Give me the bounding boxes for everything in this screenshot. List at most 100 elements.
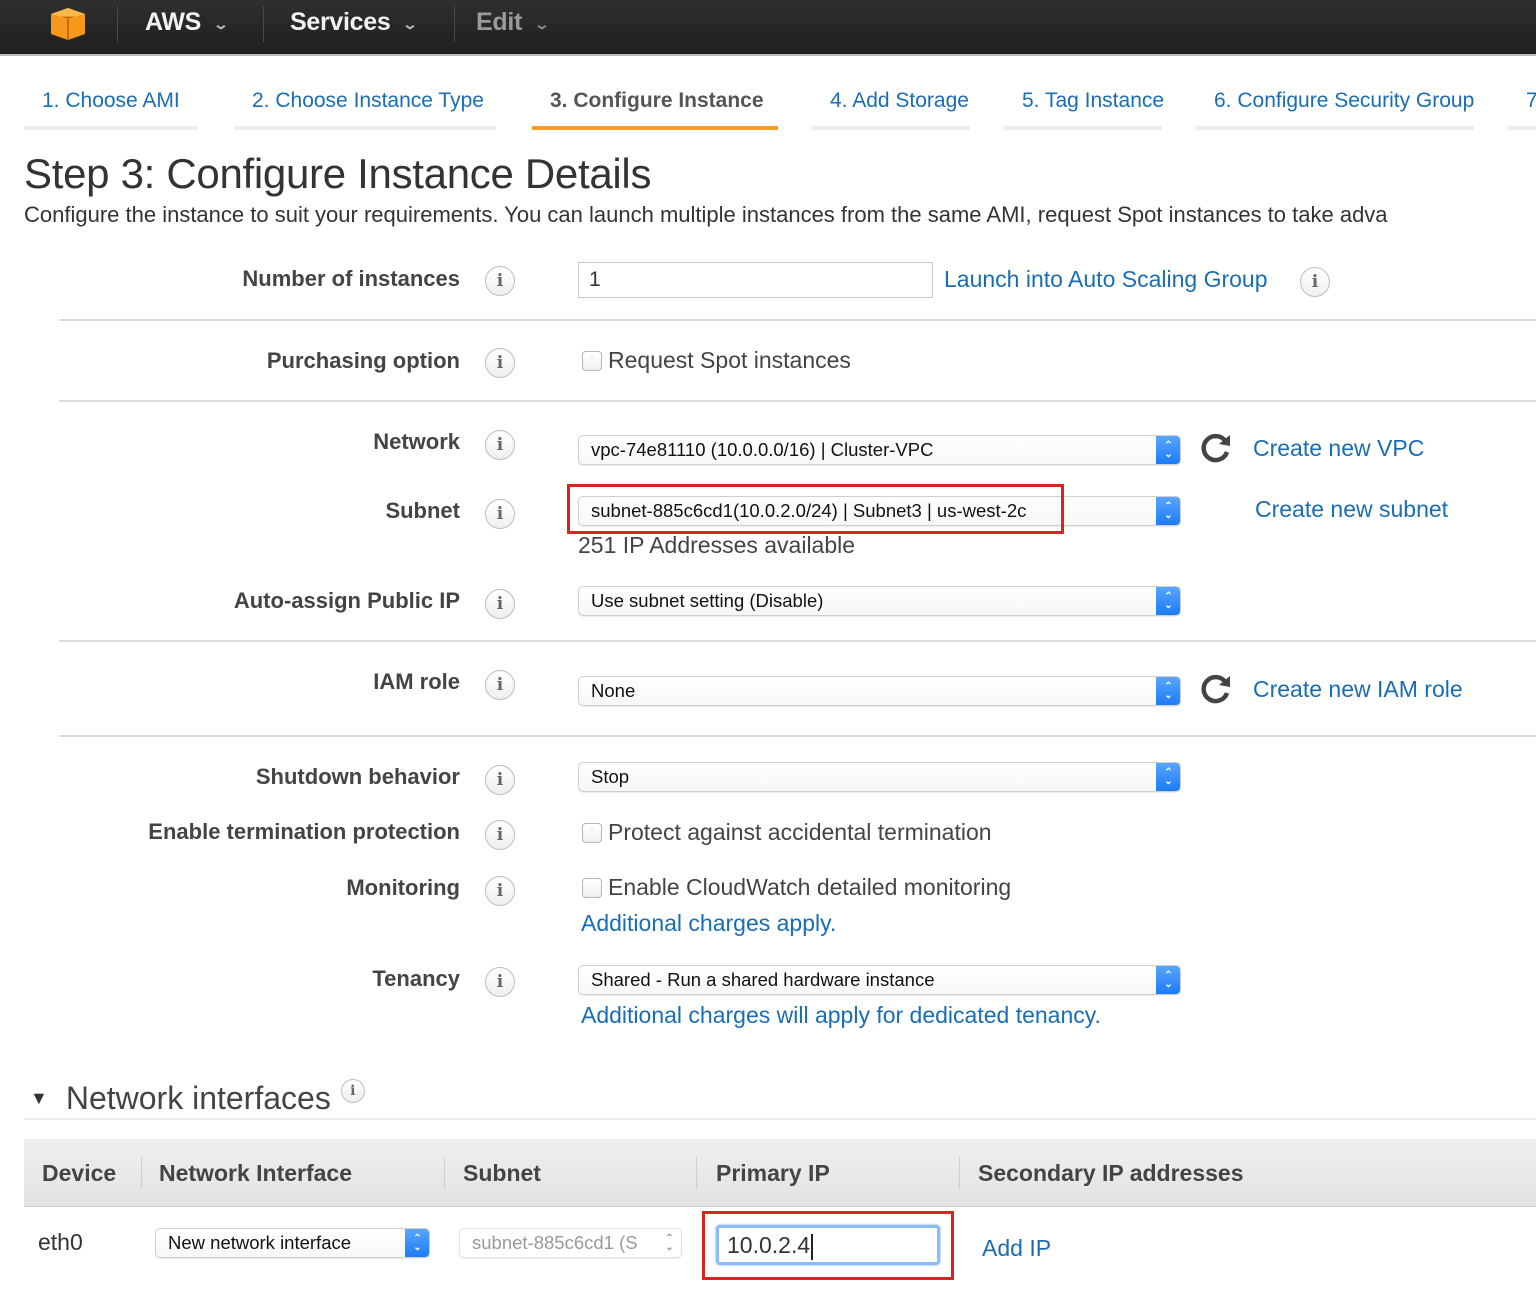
termination-protection-checkbox[interactable] — [582, 822, 602, 843]
shutdown-behavior-select[interactable]: Stop ⌃ ⌄ — [578, 762, 1181, 792]
info-icon[interactable]: i — [485, 967, 515, 997]
info-icon[interactable]: i — [1300, 267, 1330, 297]
shutdown-behavior-value: Stop — [591, 766, 630, 787]
column-header-subnet: Subnet — [463, 1160, 541, 1186]
divider — [263, 6, 264, 42]
select-stepper-icon: ⌃ ⌄ — [1156, 966, 1180, 994]
select-stepper-icon: ⌃ ⌄ — [1156, 436, 1180, 464]
chevron-down-icon: ⌄ — [402, 16, 419, 32]
info-icon[interactable]: i — [485, 765, 515, 795]
create-new-iam-role-link[interactable]: Create new IAM role — [1253, 676, 1463, 703]
tab-label: 3. Configure Instance — [550, 89, 764, 112]
tenancy-select[interactable]: Shared - Run a shared hardware instance … — [578, 965, 1181, 995]
chevron-down-icon: ⌄ — [533, 16, 550, 32]
create-new-subnet-link[interactable]: Create new subnet — [1255, 496, 1448, 523]
page-description: Configure the instance to suit your requ… — [24, 202, 1388, 227]
cloudwatch-monitoring-option[interactable]: Enable CloudWatch detailed monitoring — [582, 874, 1011, 901]
top-navigation-bar: AWS ⌄ Services ⌄ Edit ⌄ — [0, 0, 1536, 56]
highlight-box — [702, 1211, 954, 1280]
refresh-icon[interactable] — [1199, 431, 1233, 465]
tab-review[interactable]: 7. Revie — [1508, 86, 1536, 130]
request-spot-instances-option[interactable]: Request Spot instances — [582, 347, 851, 374]
network-select[interactable]: vpc-74e81110 (10.0.0.0/16) | Cluster-VPC… — [578, 435, 1181, 465]
add-ip-link[interactable]: Add IP — [982, 1235, 1051, 1262]
wizard-steps: 1. Choose AMI 2. Choose Instance Type 3.… — [24, 86, 1536, 130]
monitoring-label: Monitoring — [346, 875, 460, 900]
tab-choose-ami[interactable]: 1. Choose AMI — [24, 86, 198, 130]
number-of-instances-input[interactable]: 1 — [578, 262, 933, 298]
collapse-triangle-icon[interactable]: ▼ — [30, 1088, 48, 1109]
tab-configure-security-group[interactable]: 6. Configure Security Group — [1196, 86, 1474, 130]
select-stepper-icon: ⌃ ⌄ — [1156, 763, 1180, 791]
tab-tag-instance[interactable]: 5. Tag Instance — [1004, 86, 1165, 130]
network-label: Network — [373, 429, 460, 454]
shutdown-behavior-label: Shutdown behavior — [255, 764, 460, 789]
termination-protection-option[interactable]: Protect against accidental termination — [582, 819, 992, 846]
info-icon[interactable]: i — [485, 820, 515, 850]
chevron-down-icon: ⌄ — [212, 16, 229, 32]
dedicated-tenancy-charges-link[interactable]: Additional charges will apply for dedica… — [581, 1002, 1101, 1029]
edit-menu[interactable]: Edit ⌄ — [476, 8, 550, 37]
info-icon[interactable]: i — [485, 876, 515, 906]
tab-label: 2. Choose Instance Type — [252, 89, 484, 112]
divider — [24, 1118, 1536, 1120]
info-icon[interactable]: i — [485, 589, 515, 619]
aws-menu[interactable]: AWS ⌄ — [145, 8, 229, 37]
tab-choose-instance-type[interactable]: 2. Choose Instance Type — [234, 86, 496, 130]
iam-role-label: IAM role — [373, 669, 460, 694]
launch-auto-scaling-link[interactable]: Launch into Auto Scaling Group — [944, 266, 1268, 293]
tab-add-storage[interactable]: 4. Add Storage — [812, 86, 970, 130]
request-spot-label: Request Spot instances — [608, 347, 851, 373]
subnet-row-select: subnet-885c6cd1 (S ⌃ ⌄ — [459, 1228, 682, 1258]
info-icon[interactable]: i — [485, 266, 515, 296]
info-icon[interactable]: i — [340, 1078, 365, 1103]
create-new-vpc-link[interactable]: Create new VPC — [1253, 435, 1424, 462]
edit-menu-label: Edit — [476, 8, 523, 36]
info-icon[interactable]: i — [485, 499, 515, 529]
services-menu[interactable]: Services ⌄ — [290, 8, 419, 37]
tab-label: 6. Configure Security Group — [1214, 89, 1475, 112]
divider — [59, 319, 1536, 321]
cloudwatch-monitoring-checkbox[interactable] — [582, 877, 602, 898]
subnet-row-value: subnet-885c6cd1 (S — [472, 1232, 638, 1253]
device-cell: eth0 — [38, 1229, 83, 1255]
network-interface-value: New network interface — [168, 1232, 352, 1253]
tab-label: 5. Tag Instance — [1022, 89, 1165, 112]
request-spot-checkbox[interactable] — [582, 350, 602, 371]
column-header-device: Device — [42, 1160, 117, 1186]
divider — [59, 400, 1536, 402]
tab-label: 4. Add Storage — [830, 89, 969, 112]
divider — [59, 640, 1536, 642]
number-of-instances-label: Number of instances — [242, 266, 460, 291]
tenancy-label: Tenancy — [372, 966, 460, 991]
refresh-icon[interactable] — [1199, 672, 1233, 706]
network-interfaces-title: Network interfaces — [65, 1080, 331, 1116]
aws-logo-icon[interactable] — [48, 6, 88, 42]
divider — [59, 735, 1536, 737]
auto-assign-public-ip-select[interactable]: Use subnet setting (Disable) ⌃ ⌄ — [578, 586, 1181, 616]
info-icon[interactable]: i — [485, 670, 515, 700]
subnet-ip-available-text: 251 IP Addresses available — [578, 532, 856, 558]
column-divider — [696, 1157, 697, 1189]
highlight-box — [567, 484, 1064, 534]
tab-configure-instance[interactable]: 3. Configure Instance — [532, 86, 778, 130]
network-interfaces-header[interactable]: ▼ Network interfaces i — [30, 1078, 365, 1117]
services-menu-label: Services — [290, 8, 391, 36]
select-stepper-icon: ⌃ ⌄ — [405, 1229, 429, 1257]
auto-assign-public-ip-label: Auto-assign Public IP — [233, 588, 460, 613]
info-icon[interactable]: i — [485, 348, 515, 378]
select-stepper-icon: ⌃ ⌄ — [1156, 587, 1180, 615]
network-interfaces-table-header: Device Network Interface Subnet Primary … — [24, 1139, 1536, 1207]
aws-menu-label: AWS — [145, 8, 202, 36]
cloudwatch-monitoring-checkbox-label: Enable CloudWatch detailed monitoring — [608, 874, 1012, 900]
network-select-value: vpc-74e81110 (10.0.0.0/16) | Cluster-VPC — [591, 439, 934, 460]
info-icon[interactable]: i — [485, 430, 515, 460]
additional-charges-link[interactable]: Additional charges apply. — [581, 910, 836, 937]
select-stepper-icon: ⌃ ⌄ — [665, 1233, 674, 1253]
divider — [454, 6, 455, 42]
iam-role-select[interactable]: None ⌃ ⌄ — [578, 676, 1181, 706]
tenancy-value: Shared - Run a shared hardware instance — [591, 969, 935, 990]
tab-label: 1. Choose AMI — [42, 89, 180, 112]
column-header-primary-ip: Primary IP — [716, 1160, 830, 1186]
network-interface-select[interactable]: New network interface ⌃ ⌄ — [155, 1228, 430, 1258]
